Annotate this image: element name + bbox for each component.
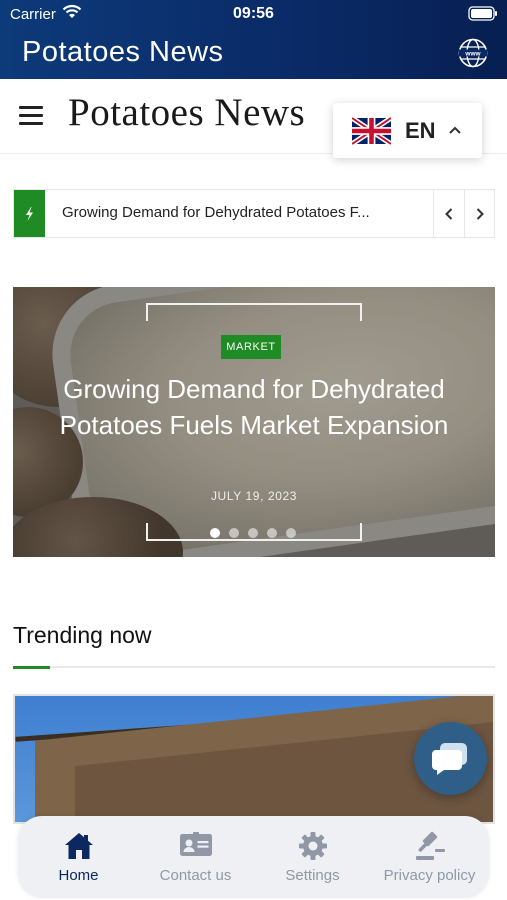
uk-flag-icon [350, 115, 393, 147]
home-icon [20, 830, 137, 864]
gear-icon [254, 830, 371, 864]
tab-privacy-policy[interactable]: Privacy policy [371, 816, 488, 898]
ticker-prev-button[interactable] [433, 190, 464, 237]
tab-label: Settings [285, 867, 340, 884]
ticker-headline[interactable]: Growing Demand for Dehydrated Potatoes F… [62, 204, 370, 221]
globe-www-icon[interactable]: www [457, 37, 489, 74]
tab-contact-us[interactable]: Contact us [137, 816, 254, 898]
slider-dot[interactable] [267, 528, 277, 538]
slider-dot[interactable] [286, 528, 296, 538]
section-accent [13, 666, 50, 669]
battery-icon [468, 6, 498, 25]
tab-label: Privacy policy [383, 867, 476, 884]
lightning-icon [14, 190, 45, 237]
hero-headline[interactable]: Growing Demand for Dehydrated Potatoes F… [33, 371, 475, 443]
slider-dot[interactable] [210, 528, 220, 538]
chevron-up-icon [448, 122, 462, 140]
contact-card-icon [137, 830, 254, 864]
category-badge[interactable]: MARKET [221, 335, 281, 359]
language-code: EN [405, 118, 436, 143]
section-title-trending: Trending now [13, 622, 152, 648]
chevron-right-icon [476, 207, 484, 220]
tab-home[interactable]: Home [20, 816, 137, 898]
app-title: Potatoes News [22, 36, 224, 68]
tab-label: Contact us [159, 867, 232, 884]
chat-button[interactable] [414, 722, 487, 795]
tab-settings[interactable]: Settings [254, 816, 371, 898]
hero-frame-top [146, 303, 362, 321]
status-bar: Carrier 09:56 [0, 0, 507, 28]
site-logo[interactable]: Potatoes News [68, 90, 305, 135]
bottom-tab-bar: Home Contact us Settings Privacy policy [18, 816, 489, 898]
status-time: 09:56 [233, 5, 274, 22]
section-divider [13, 666, 495, 669]
top-bar: Carrier 09:56 Potatoes News www [0, 0, 507, 79]
svg-text:www: www [464, 51, 481, 58]
hero-date: JULY 19, 2023 [210, 489, 298, 503]
slider-dots [210, 528, 296, 538]
slider-dot[interactable] [229, 528, 239, 538]
slider-dot[interactable] [248, 528, 258, 538]
chevron-left-icon [445, 207, 453, 220]
news-ticker[interactable]: Growing Demand for Dehydrated Potatoes F… [13, 189, 495, 238]
chat-bubble-icon [431, 742, 467, 775]
ticker-next-button[interactable] [464, 190, 495, 237]
language-selector[interactable]: EN [333, 103, 482, 158]
gavel-icon [371, 830, 488, 864]
menu-icon[interactable] [19, 106, 43, 126]
tab-label: Home [58, 867, 99, 884]
hero-slider[interactable]: MARKET Growing Demand for Dehydrated Pot… [13, 287, 495, 557]
